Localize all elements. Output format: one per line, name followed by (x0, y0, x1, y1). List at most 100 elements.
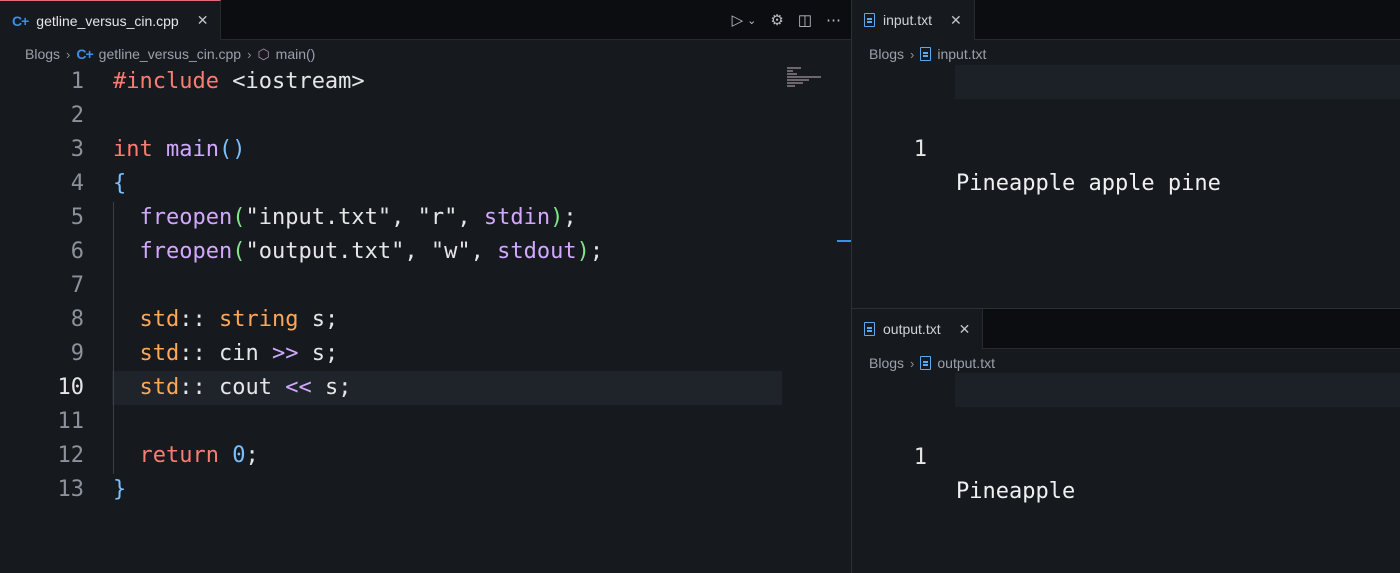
chevron-right-icon: › (247, 46, 252, 62)
breadcrumb-folder[interactable]: Blogs (869, 46, 904, 62)
code-line: 7 (0, 269, 851, 303)
input-editor-pane: input.txt ✕ Blogs › input.txt 1 Pineappl… (852, 0, 1400, 308)
line-number: 8 (70, 307, 84, 332)
editor-tab-bar: C+ getline_versus_cin.cpp ✕ ▷ ⌄ ⚙ ◫ ⋯ (0, 0, 851, 40)
line-number: 12 (57, 443, 85, 468)
breadcrumb-folder[interactable]: Blogs (869, 355, 904, 371)
code-line: 12 return 0; (0, 439, 851, 473)
code-token: , (470, 239, 498, 264)
code-token: #include (113, 69, 219, 94)
close-icon[interactable]: ✕ (959, 321, 971, 338)
code-line: 2 (0, 99, 851, 133)
code-line: 1 #include <iostream> (0, 65, 851, 99)
code-token: , (404, 239, 431, 264)
code-line: 10 std:: cout << s; (0, 371, 851, 405)
split-editor-icon[interactable]: ◫ (798, 11, 812, 29)
line-number: 2 (70, 103, 84, 128)
run-debug-icon[interactable]: ▷ (732, 11, 744, 29)
line-number: 9 (70, 341, 84, 366)
code-token: () (218, 137, 246, 162)
text-file-icon (920, 356, 932, 370)
code-line: 13} (0, 473, 851, 507)
code-token: main (166, 137, 219, 162)
text-file-icon (920, 47, 932, 61)
text-line: 1 Pineapple (852, 373, 1400, 504)
editor-tab-bar: input.txt ✕ (852, 0, 1400, 40)
tab-label: getline_versus_cin.cpp (36, 12, 179, 29)
code-area[interactable]: 1 #include <iostream> 2 3 int main() 4{5 freo… (0, 65, 851, 507)
tab-input-txt[interactable]: input.txt ✕ (852, 0, 975, 40)
gear-icon[interactable]: ⚙ (770, 11, 783, 29)
breadcrumb: Blogs › input.txt (852, 42, 1400, 66)
code-token: "output.txt" (245, 239, 405, 264)
code-token: s; (298, 341, 339, 366)
line-number: 7 (70, 273, 84, 298)
chevron-down-icon[interactable]: ⌄ (747, 14, 756, 27)
breadcrumb-folder[interactable]: Blogs (25, 46, 60, 62)
breadcrumb-symbol[interactable]: main() (276, 46, 316, 62)
code-token: { (113, 171, 127, 196)
minimap[interactable] (787, 67, 827, 91)
breadcrumb-file[interactable]: input.txt (937, 46, 986, 62)
current-line-highlight (955, 373, 1400, 407)
code-line: 4{ (0, 167, 851, 201)
output-editor-pane: output.txt ✕ Blogs › output.txt 1 Pineap… (852, 309, 1400, 573)
code-token: ) (576, 239, 590, 264)
breadcrumb: Blogs › C+ getline_versus_cin.cpp › ⬡ ma… (0, 42, 851, 66)
code-token: , (391, 205, 418, 230)
line-code: } (113, 473, 126, 507)
code-line: 6 freopen("output.txt", "w", stdout); (0, 235, 851, 269)
line-number: 10 (57, 375, 85, 400)
code-token: ; (589, 239, 604, 264)
line-code: { (113, 167, 126, 201)
code-token: <iostream> (232, 69, 365, 94)
output-code-area[interactable]: 1 Pineapple (852, 373, 1400, 504)
text-line: 1 Pineapple apple pine (852, 65, 1400, 196)
code-line: 11 (0, 405, 851, 439)
line-text: Pineapple (956, 479, 1076, 504)
code-token: stdout (497, 239, 577, 264)
tab-getline-versus-cin[interactable]: C+ getline_versus_cin.cpp ✕ (0, 0, 222, 40)
code-token: ( (232, 205, 246, 230)
tab-output-txt[interactable]: output.txt ✕ (852, 309, 984, 349)
code-token: "r" (417, 205, 458, 230)
breadcrumb-file[interactable]: output.txt (937, 355, 995, 371)
breadcrumb-file[interactable]: getline_versus_cin.cpp (99, 46, 241, 62)
line-code: freopen("input.txt", "r", stdin); (113, 201, 577, 235)
code-line: 8 std:: string s; (0, 303, 851, 337)
code-token: :: cout (179, 375, 286, 400)
close-icon[interactable]: ✕ (950, 12, 962, 29)
line-number: 13 (57, 477, 85, 502)
code-token: int (113, 137, 153, 162)
line-code: std:: cout << s; (113, 371, 352, 405)
line-number: 5 (70, 205, 84, 230)
code-token: } (113, 477, 127, 502)
more-actions-icon[interactable]: ⋯ (826, 11, 841, 29)
line-number: 1 (913, 137, 927, 162)
symbol-method-icon: ⬡ (257, 45, 270, 62)
code-token: return (139, 443, 219, 468)
code-token: freopen (139, 239, 233, 264)
line-number: 6 (70, 239, 84, 264)
code-token: :: (179, 307, 219, 332)
scrollbar-marker (837, 240, 851, 242)
code-token: ( (232, 239, 246, 264)
input-code-area[interactable]: 1 Pineapple apple pine (852, 65, 1400, 196)
close-icon[interactable]: ✕ (197, 12, 209, 29)
tab-label: output.txt (883, 321, 941, 337)
editor-tab-bar: output.txt ✕ (852, 309, 1400, 349)
code-token: << (285, 375, 312, 400)
code-token: 0 (232, 443, 246, 468)
line-number: 1 (70, 69, 84, 94)
line-code: std:: string s; (113, 303, 339, 337)
line-number: 4 (70, 171, 84, 196)
line-code: return 0; (113, 439, 259, 473)
code-token: std (139, 375, 180, 400)
code-token: stdin (483, 205, 551, 230)
cpp-file-icon: C+ (12, 12, 29, 29)
